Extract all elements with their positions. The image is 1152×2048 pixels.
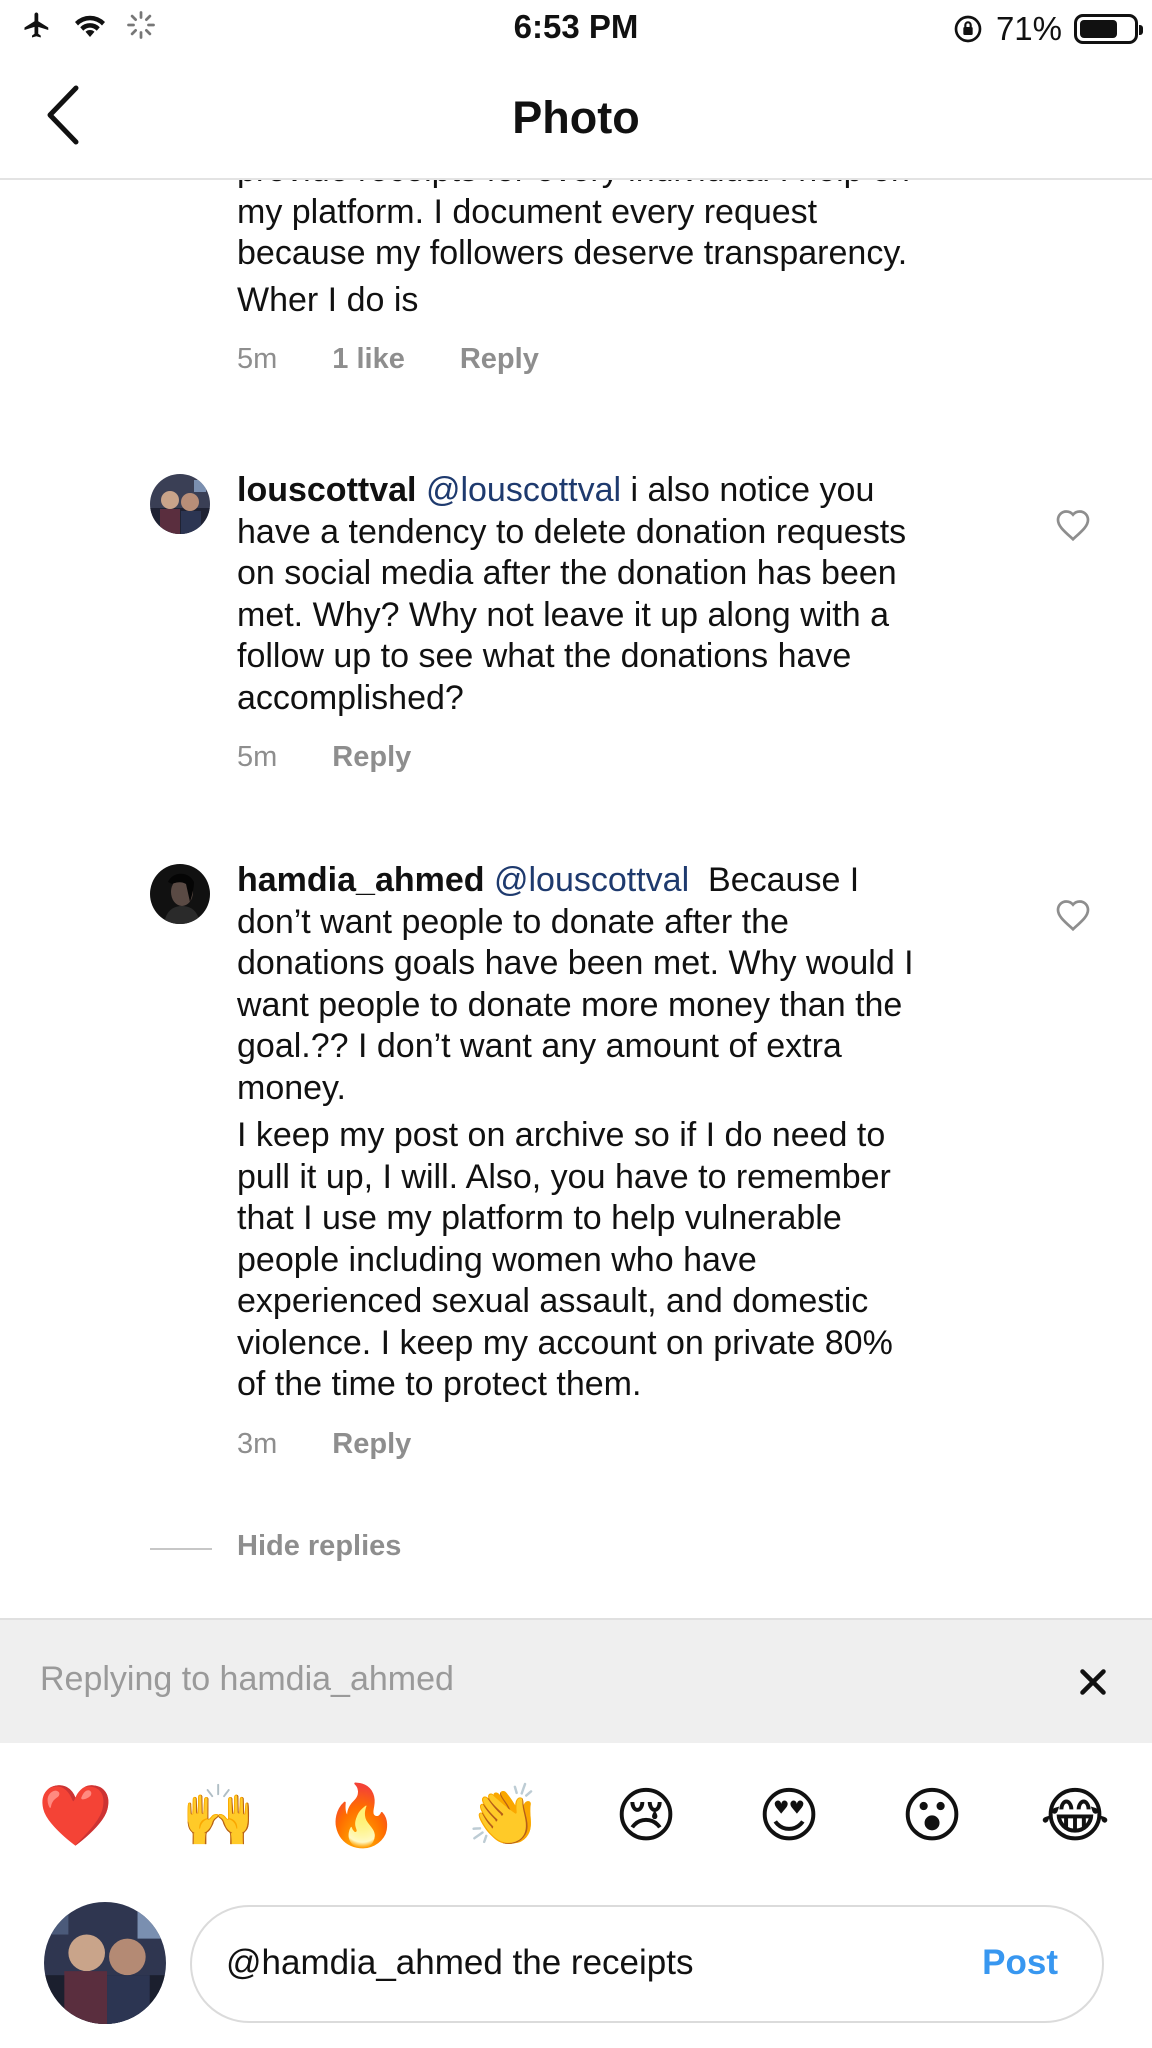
comment-input-value[interactable]: @hamdia_ahmed the receipts bbox=[226, 1943, 693, 1983]
hide-replies-divider bbox=[150, 1548, 212, 1550]
comment-time: 5m bbox=[237, 741, 278, 773]
reply-button[interactable]: Reply bbox=[332, 1428, 411, 1461]
comment-meta: 5m 1 like Reply bbox=[237, 343, 1037, 376]
emoji-laughing[interactable]: 😂 bbox=[1039, 1780, 1111, 1852]
orientation-lock-icon bbox=[954, 15, 982, 43]
comment-mention[interactable]: @louscottval bbox=[494, 861, 689, 899]
comment-text: hamdia_ahmed @louscottval Because I don’… bbox=[237, 861, 914, 1403]
reply-button[interactable]: Reply bbox=[332, 741, 411, 774]
comment-mention[interactable]: @louscottval bbox=[426, 471, 621, 509]
like-heart-icon[interactable] bbox=[1055, 898, 1091, 932]
comment-time: 3m bbox=[237, 1427, 278, 1460]
replying-to-label: Replying to hamdia_ahmed bbox=[40, 1660, 454, 1698]
nav-bar: Photo bbox=[0, 58, 1152, 180]
comments-list[interactable]: provide receipts for every individual I … bbox=[0, 178, 1152, 1618]
page-title: Photo bbox=[512, 92, 640, 143]
replying-bar: Replying to hamdia_ahmed bbox=[0, 1618, 1152, 1743]
comment-input[interactable]: @hamdia_ahmed the receipts Post bbox=[190, 1905, 1104, 2023]
comment-username[interactable]: louscottval bbox=[237, 471, 416, 509]
emoji-heart[interactable]: ❤️ bbox=[38, 1780, 113, 1852]
reply-button[interactable]: Reply bbox=[460, 343, 539, 376]
comment-likes[interactable]: 1 like bbox=[332, 343, 405, 376]
emoji-surprised[interactable]: 😮 bbox=[896, 1780, 968, 1852]
close-icon[interactable] bbox=[1075, 1664, 1111, 1700]
comment-item: hamdia_ahmed @louscottval Because I don’… bbox=[237, 860, 1027, 1461]
status-bar: 6:53 PM 71% bbox=[0, 0, 1152, 58]
status-right: 71% bbox=[952, 10, 1143, 48]
comment-text: provide receipts for every individual I … bbox=[237, 178, 910, 319]
comment-text: louscottval @louscottval i also notice y… bbox=[237, 471, 907, 717]
battery-icon bbox=[1074, 14, 1143, 44]
post-button[interactable]: Post bbox=[982, 1943, 1058, 1983]
emoji-bar: ❤️ 🙌 🔥 👏 😢 😍 😮 😂 bbox=[0, 1780, 1152, 1880]
emoji-heart-eyes[interactable]: 😍 bbox=[753, 1780, 825, 1852]
my-avatar bbox=[44, 1902, 166, 2024]
comment-item: louscottval @louscottval i also notice y… bbox=[237, 470, 1017, 774]
comment-item: provide receipts for every individual I … bbox=[237, 178, 1037, 376]
hide-replies-button[interactable]: Hide replies bbox=[237, 1530, 401, 1563]
battery-percent: 71% bbox=[995, 10, 1062, 47]
emoji-raised-hands[interactable]: 🙌 bbox=[181, 1780, 256, 1852]
emoji-crying[interactable]: 😢 bbox=[610, 1780, 682, 1852]
emoji-clapping[interactable]: 👏 bbox=[467, 1780, 542, 1852]
avatar[interactable] bbox=[150, 474, 210, 534]
comment-meta: 3m Reply bbox=[237, 1428, 1027, 1461]
like-heart-icon[interactable] bbox=[1055, 508, 1091, 542]
comment-username[interactable]: hamdia_ahmed bbox=[237, 861, 485, 899]
comment-meta: 5m Reply bbox=[237, 741, 1017, 774]
comment-composer: @hamdia_ahmed the receipts Post bbox=[0, 1900, 1152, 2048]
emoji-fire[interactable]: 🔥 bbox=[324, 1780, 399, 1852]
avatar[interactable] bbox=[150, 864, 210, 924]
comment-time: 5m bbox=[237, 343, 278, 375]
